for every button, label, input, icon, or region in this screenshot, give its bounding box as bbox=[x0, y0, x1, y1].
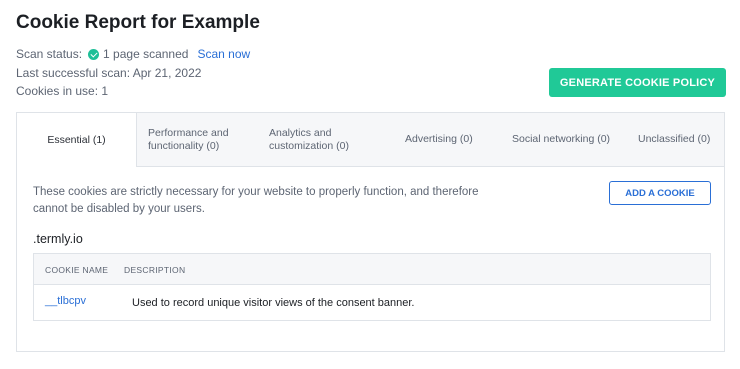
cookies-in-use: Cookies in use: 1 bbox=[16, 84, 109, 98]
column-header-cookie-name: COOKIE NAME bbox=[45, 265, 109, 275]
check-circle-icon bbox=[88, 48, 100, 60]
scan-now-link[interactable]: Scan now bbox=[197, 47, 250, 61]
tab-label: Social networking (0) bbox=[512, 133, 611, 146]
tab-social-networking[interactable]: Social networking (0) bbox=[512, 113, 622, 166]
tab-essential[interactable]: Essential (1) bbox=[17, 113, 137, 167]
add-cookie-button[interactable]: ADD A COOKIE bbox=[609, 181, 711, 205]
category-description: These cookies are strictly necessary for… bbox=[33, 186, 479, 215]
tab-performance[interactable]: Performance and functionality (0) bbox=[148, 113, 258, 166]
tab-label: Performance and functionality (0) bbox=[148, 126, 229, 152]
tab-analytics[interactable]: Analytics and customization (0) bbox=[269, 113, 379, 166]
table-header: COOKIE NAME DESCRIPTION bbox=[34, 254, 710, 285]
cookie-name-link[interactable]: __tlbcpv bbox=[45, 295, 86, 307]
last-scan-date: Last successful scan: Apr 21, 2022 bbox=[16, 66, 202, 80]
cookie-description: Used to record unique visitor views of t… bbox=[132, 297, 415, 309]
cookie-category-panel: Essential (1) Performance and functional… bbox=[16, 112, 725, 352]
generate-cookie-policy-button[interactable]: GENERATE COOKIE POLICY bbox=[549, 68, 726, 97]
tab-label: Essential (1) bbox=[47, 133, 106, 146]
scan-status-label: Scan status: bbox=[16, 47, 83, 61]
scan-status: Scan status: 1 page scanned Scan now bbox=[16, 47, 250, 61]
tab-advertising[interactable]: Advertising (0) bbox=[405, 113, 495, 166]
cookie-table: COOKIE NAME DESCRIPTION __tlbcpv Used to… bbox=[33, 253, 711, 321]
scan-status-value: 1 page scanned bbox=[103, 47, 189, 61]
column-header-description: DESCRIPTION bbox=[124, 265, 186, 275]
tab-unclassified[interactable]: Unclassified (0) bbox=[638, 113, 718, 166]
tab-label: Unclassified (0) bbox=[638, 133, 711, 146]
tab-label: Analytics and customization (0) bbox=[269, 126, 349, 152]
table-row: __tlbcpv Used to record unique visitor v… bbox=[34, 285, 710, 320]
tab-label: Advertising (0) bbox=[405, 133, 473, 146]
category-tabs: Essential (1) Performance and functional… bbox=[17, 113, 724, 167]
page-title: Cookie Report for Example bbox=[16, 12, 260, 33]
cookie-domain: .termly.io bbox=[33, 232, 83, 246]
